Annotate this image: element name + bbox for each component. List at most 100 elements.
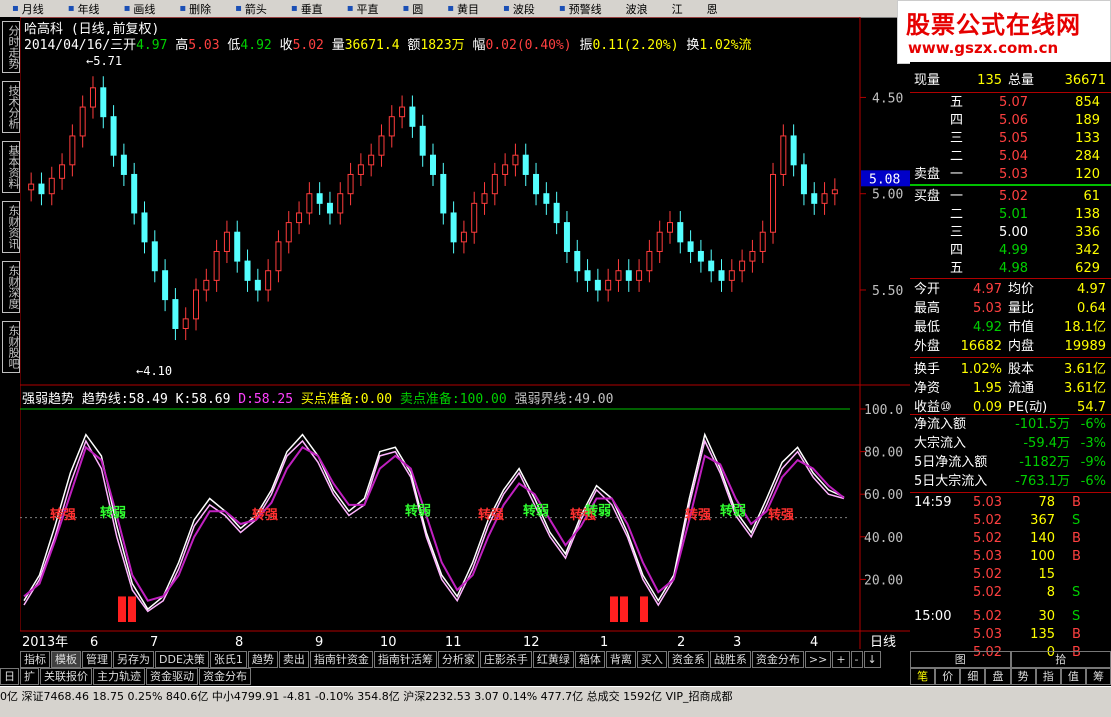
toolbar-item-10[interactable]: ▪预警线 — [547, 1, 614, 17]
quote-close: 5.02 — [293, 38, 324, 53]
indicator-tab-0[interactable]: 指标 — [20, 651, 50, 668]
right-tab-4[interactable]: 势 — [1011, 668, 1036, 685]
divider — [910, 92, 1111, 93]
candle-body — [616, 271, 621, 281]
candle-body — [801, 165, 806, 194]
candle-body — [214, 251, 219, 280]
sub-tab-4[interactable]: 资金驱动 — [146, 668, 198, 685]
chart-canvas[interactable]: 5.505.004.505.08←5.71←4.10100.080.0060.0… — [20, 17, 910, 649]
indicator-tab-3[interactable]: 另存为 — [113, 651, 154, 668]
indicator-tab-4[interactable]: DDE决策 — [155, 651, 209, 668]
trade-vol: 78 — [1038, 494, 1055, 512]
toolbar-item-12[interactable]: 江 — [660, 1, 695, 17]
vertical-line-icon: ▪ — [291, 3, 298, 14]
chart-area[interactable]: 5.505.004.505.08←5.71←4.10100.080.0060.0… — [20, 17, 910, 649]
indicator-tab-10[interactable]: 分析家 — [438, 651, 479, 668]
left-tab-5[interactable]: 东财股吧 — [2, 321, 20, 373]
right-tab-1[interactable]: 价 — [935, 668, 960, 685]
sub-tab-bar: 日扩关联报价主力轨迹资金驱动资金分布 — [0, 668, 910, 685]
indicator-tab-15[interactable]: 买入 — [637, 651, 667, 668]
candle-body — [729, 271, 734, 281]
sub-tab-5[interactable]: 资金分布 — [199, 668, 251, 685]
indicator-tab-5[interactable]: 张氏1 — [210, 651, 247, 668]
indicator-tab-8[interactable]: 指南针资金 — [310, 651, 373, 668]
indicator-tab-12[interactable]: 红黄绿 — [533, 651, 574, 668]
toolbar-item-8[interactable]: ▪黄目 — [435, 1, 491, 17]
indicator-tab-18[interactable]: 资金分布 — [752, 651, 804, 668]
indicator-tab-6[interactable]: 趋势 — [248, 651, 278, 668]
stat-value: 4.97 — [1077, 281, 1106, 299]
flow-label: 净流入额 — [914, 416, 966, 434]
toolbar-item-6[interactable]: ▪平直 — [335, 1, 391, 17]
right-tab-6[interactable]: 值 — [1061, 668, 1086, 685]
ask-label: 卖盘 — [914, 166, 940, 184]
indicator-tab-13[interactable]: 箱体 — [575, 651, 605, 668]
indicator-tab-2[interactable]: 管理 — [82, 651, 112, 668]
candle-body — [379, 136, 384, 155]
tab-nav-1[interactable]: + — [832, 651, 849, 668]
toolbar-item-1[interactable]: ▪年线 — [56, 1, 112, 17]
toolbar-item-2[interactable]: ▪画线 — [112, 1, 168, 17]
indicator-tab-16[interactable]: 资金系 — [668, 651, 709, 668]
indicator-tab-7[interactable]: 卖出 — [279, 651, 309, 668]
indicator-name[interactable]: 强弱趋势 — [22, 392, 74, 407]
stat-label: 换手 — [914, 361, 940, 379]
bid-row-1: 二5.01138 — [910, 206, 1111, 224]
right-tab-top-0[interactable]: 图 — [910, 651, 1011, 668]
right-tab-7[interactable]: 筹 — [1086, 668, 1111, 685]
candle-body — [420, 126, 425, 155]
total-value: 36671 — [1065, 72, 1106, 90]
indicator-tab-14[interactable]: 背离 — [606, 651, 636, 668]
ask-row-3: 二5.04284 — [910, 148, 1111, 166]
trade-price: 5.02 — [973, 608, 1002, 626]
toolbar-item-5[interactable]: ▪垂直 — [279, 1, 335, 17]
right-tab-5[interactable]: 指 — [1036, 668, 1061, 685]
toolbar-item-4[interactable]: ▪箭头 — [223, 1, 279, 17]
ask-price: 5.04 — [999, 148, 1028, 166]
toolbar-item-11[interactable]: 波浪 — [614, 1, 660, 17]
sub-tab-1[interactable]: 扩 — [20, 668, 39, 685]
tab-nav-2[interactable]: - — [851, 651, 863, 668]
candle-body — [39, 184, 44, 194]
indicator-tab-9[interactable]: 指南针活筹 — [374, 651, 437, 668]
candle-body — [286, 223, 291, 242]
left-tab-2[interactable]: 基本资料 — [2, 141, 20, 193]
trade-row-6: 15:005.0230S — [910, 608, 1111, 626]
sub-tab-2[interactable]: 关联报价 — [40, 668, 92, 685]
toolbar-item-13[interactable]: 恩 — [695, 1, 730, 17]
left-tab-0[interactable]: 分时走势 — [2, 21, 20, 73]
stat-row-0: 今开4.97均价4.97 — [910, 281, 1111, 299]
right-tab-3[interactable]: 盘 — [985, 668, 1010, 685]
toolbar-item-9[interactable]: ▪波段 — [491, 1, 547, 17]
indicator-tab-1[interactable]: 模板 — [51, 651, 81, 668]
flow-value: -763.1万 — [1015, 473, 1070, 491]
turn-strong-label: 转强 — [478, 507, 504, 523]
trade-price: 5.02 — [973, 512, 1002, 530]
right-tab-top-1[interactable]: 拾 — [1011, 651, 1111, 668]
horizontal-line-icon: ▪ — [347, 3, 354, 14]
right-tab-2[interactable]: 细 — [960, 668, 985, 685]
tab-nav-3[interactable]: ↓ — [864, 651, 881, 668]
sell-signal-bar — [128, 596, 136, 622]
left-tab-1[interactable]: 技术分析 — [2, 81, 20, 133]
toolbar-item-3[interactable]: ▪删除 — [167, 1, 223, 17]
candle-body — [760, 232, 765, 251]
turn-weak-label: 转弱 — [523, 503, 549, 519]
left-tab-3[interactable]: 东财资讯 — [2, 201, 20, 253]
sub-tab-3[interactable]: 主力轨迹 — [93, 668, 145, 685]
candle-body — [585, 271, 590, 281]
trade-vol: 135 — [1030, 626, 1055, 644]
sub-tab-0[interactable]: 日 — [0, 668, 19, 685]
toolbar-item-7[interactable]: ▪圆 — [390, 1, 435, 17]
indicator-tab-11[interactable]: 庄影杀手 — [480, 651, 532, 668]
date-axis-label: 4 — [810, 635, 818, 649]
tab-nav-0[interactable]: >> — [805, 651, 831, 668]
stat-label: 股本 — [1008, 361, 1034, 379]
toolbar-item-0[interactable]: ▪月线 — [0, 1, 56, 17]
left-tab-4[interactable]: 东财深度 — [2, 261, 20, 313]
ask-price: 5.07 — [999, 94, 1028, 112]
quote-turnover: 1.02% — [699, 38, 738, 53]
right-tab-0[interactable]: 笔 — [910, 668, 935, 685]
candle-body — [224, 232, 229, 251]
indicator-tab-17[interactable]: 战胜系 — [710, 651, 751, 668]
